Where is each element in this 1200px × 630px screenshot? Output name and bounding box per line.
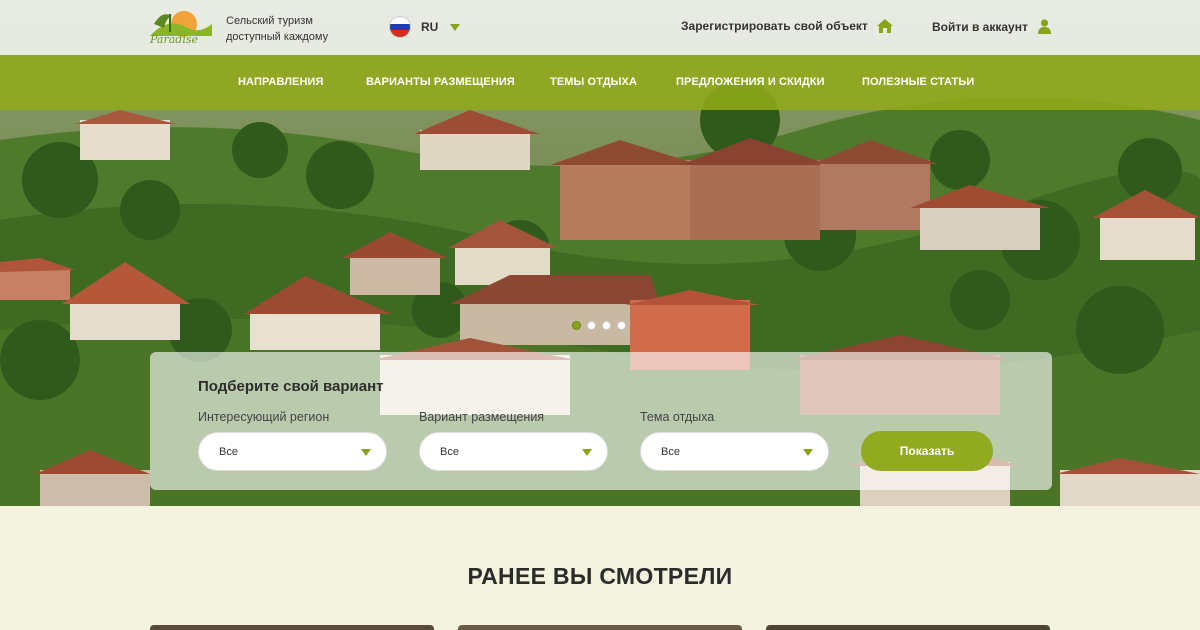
house-icon — [876, 19, 893, 33]
language-code: RU — [421, 20, 439, 34]
nav-item-accommodation-types[interactable]: ВАРИАНТЫ РАЗМЕЩЕНИЯ — [366, 76, 515, 88]
logo-text: Paradise — [150, 33, 198, 46]
nav-item-offers-discounts[interactable]: ПРЕДЛОЖЕНИЯ И СКИДКИ — [676, 76, 825, 88]
recent-card[interactable] — [150, 625, 434, 630]
recently-viewed-title: РАНЕЕ ВЫ СМОТРЕЛИ — [467, 563, 733, 589]
region-label: Интересующий регион — [198, 410, 330, 424]
region-select[interactable]: Все — [198, 432, 387, 471]
accommodation-select-value: Все — [440, 446, 459, 458]
accommodation-label: Вариант размещения — [419, 410, 545, 424]
accommodation-select[interactable]: Все — [419, 432, 608, 471]
slider-dots — [572, 321, 632, 330]
theme-select[interactable]: Все — [640, 432, 829, 471]
chevron-down-icon — [803, 449, 813, 456]
slider-dot[interactable] — [572, 321, 581, 330]
chevron-down-icon — [361, 449, 371, 456]
main-navigation: НАПРАВЛЕНИЯ ВАРИАНТЫ РАЗМЕЩЕНИЯ ТЕМЫ ОТД… — [0, 55, 1200, 110]
chevron-down-icon — [582, 449, 592, 456]
nav-item-vacation-themes[interactable]: ТЕМЫ ОТДЫХА — [550, 76, 637, 88]
register-property-label: Зарегистрировать свой объект — [681, 19, 868, 33]
slider-dot[interactable] — [602, 321, 611, 330]
slider-dot[interactable] — [587, 321, 596, 330]
show-results-button[interactable]: Показать — [861, 431, 993, 471]
recent-card[interactable] — [458, 625, 742, 630]
language-selector[interactable]: RU — [389, 16, 461, 38]
recent-card[interactable] — [766, 625, 1050, 630]
theme-select-value: Все — [661, 446, 680, 458]
search-panel-title: Подберите свой вариант — [198, 378, 384, 395]
login-label: Войти в аккаунт — [932, 19, 1028, 34]
search-panel: Подберите свой вариант Интересующий реги… — [150, 352, 1052, 490]
login-link[interactable]: Войти в аккаунт — [932, 19, 1051, 34]
russian-flag-icon — [389, 16, 411, 38]
nav-item-destinations[interactable]: НАПРАВЛЕНИЯ — [238, 76, 324, 88]
tagline-line-2: доступный каждому — [226, 31, 329, 43]
chevron-down-icon — [450, 23, 461, 31]
site-tagline: Сельский туризм доступный каждому — [226, 13, 328, 45]
theme-label: Тема отдыха — [640, 410, 715, 424]
slider-dot[interactable] — [617, 321, 626, 330]
region-select-value: Все — [219, 446, 238, 458]
tagline-line-1: Сельский туризм — [226, 15, 313, 27]
top-header: Paradise Сельский туризм доступный каждо… — [0, 0, 1200, 55]
register-property-link[interactable]: Зарегистрировать свой объект — [681, 19, 893, 33]
user-icon — [1037, 19, 1051, 34]
nav-item-useful-articles[interactable]: ПОЛЕЗНЫЕ СТАТЬИ — [862, 76, 974, 88]
